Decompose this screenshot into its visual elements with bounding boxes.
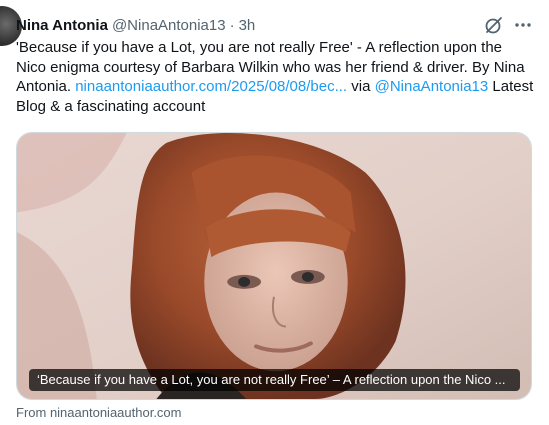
separator-dot: · (229, 17, 235, 34)
author-name[interactable]: Nina Antonia (16, 16, 108, 36)
tweet-header: Nina Antonia @NinaAntonia13 · 3h (16, 16, 255, 36)
link-card[interactable]: ‘Because if you have a Lot, you are not … (16, 132, 532, 400)
tweet-text: 'Because if you have a Lot, you are not … (16, 38, 536, 116)
grok-icon[interactable] (483, 14, 505, 36)
article-link[interactable]: ninaantoniaauthor.com/2025/08/08/bec... (75, 78, 347, 95)
more-icon[interactable] (513, 15, 533, 35)
card-source[interactable]: From ninaantoniaauthor.com (16, 405, 181, 421)
author-handle[interactable]: @NinaAntonia13 (112, 16, 226, 36)
via-text: via (347, 78, 375, 95)
mention-link[interactable]: @NinaAntonia13 (375, 78, 489, 95)
timestamp[interactable]: 3h (239, 16, 256, 36)
card-photo (17, 133, 531, 399)
card-caption[interactable]: ‘Because if you have a Lot, you are not … (29, 369, 520, 391)
